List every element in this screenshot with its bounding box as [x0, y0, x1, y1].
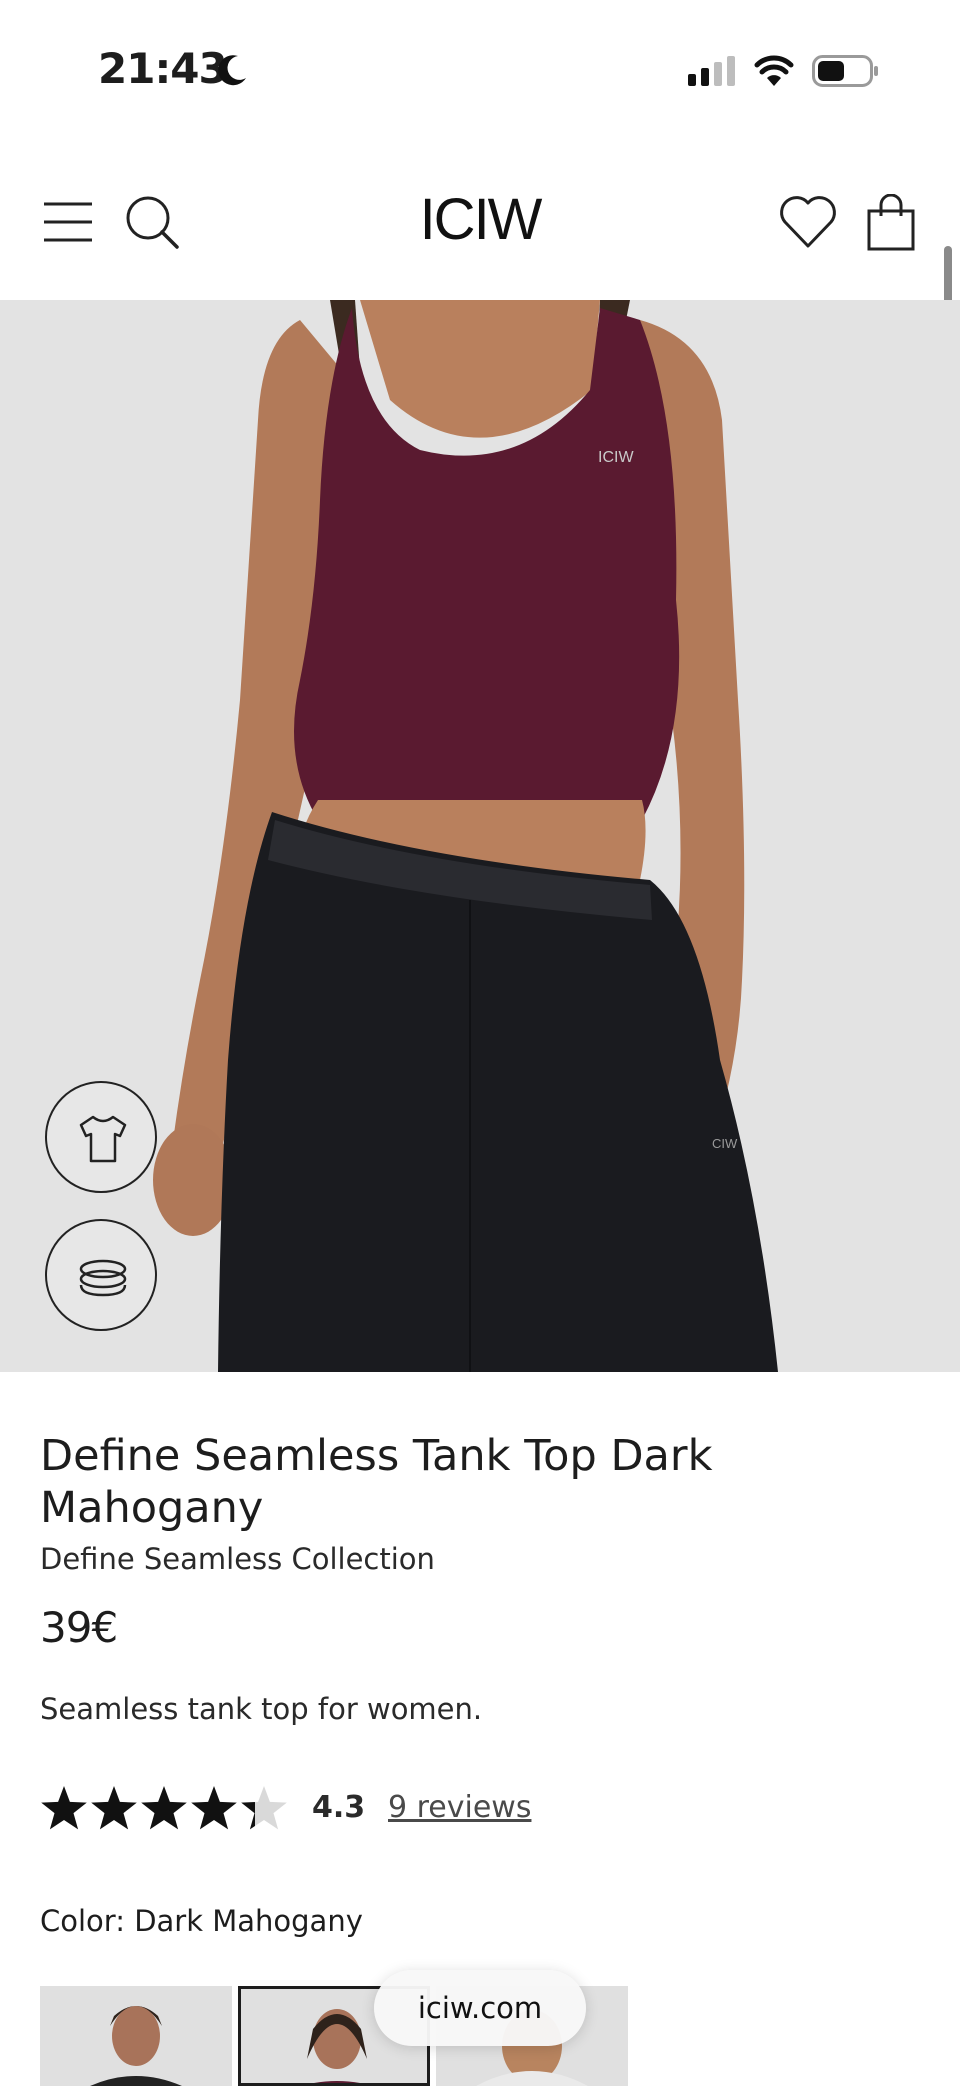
- moon-icon: [218, 55, 246, 86]
- product-photo: ICIW CIW: [0, 300, 960, 1372]
- product-title: Define Seamless Tank Top Dark Mahogany: [40, 1431, 713, 1533]
- product-description: Seamless tank top for women.: [40, 1692, 483, 1726]
- pants-logo: CIW: [712, 1136, 738, 1151]
- star-icon: [191, 1786, 237, 1830]
- signal-icon: [688, 56, 735, 86]
- status-bar: 21:43: [0, 0, 960, 120]
- star-icon: [41, 1786, 87, 1830]
- rating-value: 4.3: [312, 1790, 366, 1825]
- collection-link[interactable]: Define Seamless Collection: [40, 1542, 435, 1576]
- search-icon[interactable]: [124, 194, 180, 250]
- product-hero-image[interactable]: ICIW CIW: [0, 300, 960, 1372]
- tshirt-icon: [79, 1115, 127, 1163]
- color-label: Color: Dark Mahogany: [40, 1904, 363, 1938]
- star-icon: [141, 1786, 187, 1830]
- bag-icon[interactable]: [866, 194, 916, 252]
- product-price: 39€: [40, 1603, 118, 1652]
- tank-logo: ICIW: [598, 449, 634, 466]
- color-swatch-1[interactable]: [40, 1986, 232, 2086]
- star-rating: [41, 1786, 287, 1830]
- menu-icon[interactable]: [42, 200, 94, 244]
- brand-logo[interactable]: ICIW: [380, 186, 580, 253]
- size-guide-button[interactable]: [45, 1081, 157, 1193]
- rotate-360-icon: [79, 1259, 127, 1297]
- wifi-icon: [754, 55, 794, 86]
- star-icon: [91, 1786, 137, 1830]
- swatch-photo: [40, 1986, 232, 2086]
- browser-url-pill[interactable]: iciw.com: [374, 1970, 586, 2046]
- battery-icon: [812, 55, 878, 87]
- view-360-button[interactable]: [45, 1219, 157, 1331]
- reviews-link[interactable]: 9 reviews: [388, 1790, 531, 1825]
- star-icon: [241, 1786, 287, 1830]
- status-time: 21:43: [98, 44, 228, 93]
- heart-icon[interactable]: [778, 194, 838, 250]
- rating-row: 4.3 9 reviews: [40, 1780, 740, 1836]
- site-header: ICIW: [0, 160, 960, 300]
